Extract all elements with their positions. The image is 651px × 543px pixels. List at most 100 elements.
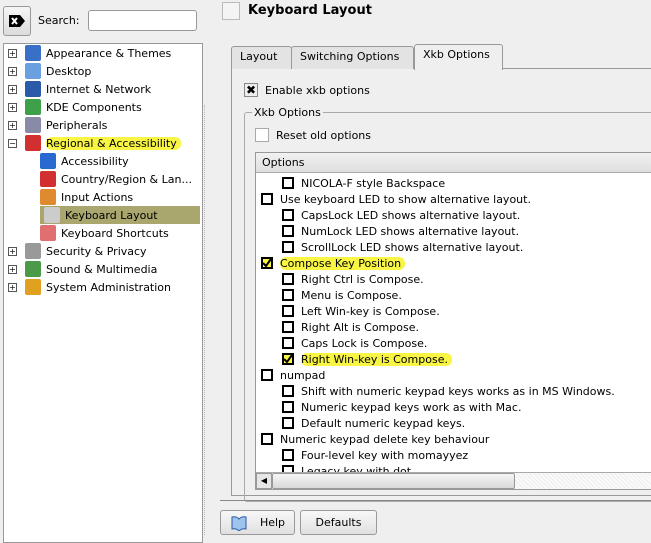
search-input[interactable]	[88, 10, 197, 31]
checkbox-unchecked-icon[interactable]	[282, 449, 294, 461]
tab-label: Switching Options	[300, 50, 400, 63]
tree-item[interactable]: + Appearance & Themes	[8, 44, 175, 62]
tree-item[interactable]: + Internet & Network	[8, 80, 155, 98]
tree-item[interactable]: Keyboard Shortcuts	[40, 224, 173, 242]
checkbox-checked-icon[interactable]	[261, 257, 273, 269]
tab-label: Layout	[240, 50, 278, 63]
tree-item[interactable]: + Desktop	[8, 62, 95, 80]
appearance-icon	[25, 45, 41, 61]
expand-icon[interactable]: +	[8, 102, 17, 112]
option-item[interactable]: ScrollLock LED shows alternative layout.	[282, 239, 527, 255]
splitter-handle[interactable]	[204, 105, 206, 535]
tree-item-label: Peripherals	[46, 118, 108, 132]
checkbox-unchecked-icon[interactable]	[282, 225, 294, 237]
expand-icon[interactable]: +	[8, 66, 17, 76]
enable-xkb-checkbox[interactable]: ✖ Enable xkb options	[244, 83, 370, 97]
expand-icon[interactable]: +	[8, 264, 17, 274]
tree-item[interactable]: Keyboard Layout	[40, 206, 200, 224]
clear-icon	[9, 15, 25, 27]
option-label: Shift with numeric keypad keys works as …	[301, 384, 615, 398]
help-button[interactable]: Help	[220, 510, 295, 535]
module-tree[interactable]: + Appearance & Themes + Desktop + Internet & …	[3, 43, 203, 543]
option-item[interactable]: numpad	[261, 367, 329, 383]
checkbox-unchecked-icon[interactable]	[282, 401, 294, 413]
option-label: Compose Key Position	[280, 256, 406, 270]
clear-search-button[interactable]	[3, 6, 31, 36]
tree-item[interactable]: − Regional & Accessibility	[8, 134, 181, 152]
checkbox-unchecked-icon[interactable]	[282, 321, 294, 333]
globe-icon	[25, 81, 41, 97]
search-label: Search:	[38, 14, 80, 27]
scrollbar-thumb[interactable]	[272, 473, 515, 489]
option-item[interactable]: Use keyboard LED to show alternative lay…	[261, 191, 535, 207]
option-item[interactable]: Compose Key Position	[261, 255, 406, 271]
checkbox-unchecked-icon[interactable]	[261, 433, 273, 445]
option-item[interactable]: Right Alt is Compose.	[282, 319, 423, 335]
scroll-left-arrow-icon[interactable]: ◀	[256, 473, 272, 489]
checkbox-unchecked-icon[interactable]	[282, 209, 294, 221]
tree-item-label: Keyboard Layout	[65, 208, 158, 222]
option-item[interactable]: CapsLock LED shows alternative layout.	[282, 207, 524, 223]
checkbox-unchecked-icon[interactable]	[282, 417, 294, 429]
tree-item[interactable]: Input Actions	[40, 188, 137, 206]
speaker-icon	[25, 261, 41, 277]
option-item[interactable]: Shift with numeric keypad keys works as …	[282, 383, 619, 399]
keyboard-icon	[40, 189, 56, 205]
option-item[interactable]: NICOLA-F style Backspace	[282, 175, 449, 191]
reset-old-options-checkbox[interactable]: Reset old options	[255, 128, 371, 142]
checkbox-unchecked-icon[interactable]	[282, 337, 294, 349]
option-item[interactable]: NumLock LED shows alternative layout.	[282, 223, 523, 239]
help-book-icon	[231, 515, 247, 531]
checkbox-unchecked-icon[interactable]	[261, 193, 273, 205]
options-list[interactable]: Options NICOLA-F style Backspace Use keyb…	[255, 152, 651, 490]
divider	[220, 500, 651, 501]
tree-item-label: Security & Privacy	[46, 244, 147, 258]
tree-item[interactable]: + System Administration	[8, 278, 175, 296]
horizontal-scrollbar[interactable]: ◀	[256, 472, 651, 489]
tree-item[interactable]: Accessibility	[40, 152, 133, 170]
tree-item[interactable]: + Peripherals	[8, 116, 111, 134]
tree-item[interactable]: + Sound & Multimedia	[8, 260, 161, 278]
expand-icon[interactable]: +	[8, 246, 17, 256]
expand-icon[interactable]: +	[8, 48, 17, 58]
option-label: Right Alt is Compose.	[301, 320, 419, 334]
checkbox-unchecked-icon[interactable]	[282, 273, 294, 285]
options-column-header[interactable]: Options	[256, 153, 651, 173]
enable-xkb-label: Enable xkb options	[265, 83, 370, 97]
expand-icon[interactable]: +	[8, 120, 17, 130]
tab-layout[interactable]: Layout	[231, 46, 292, 69]
tree-item-label: Input Actions	[61, 190, 134, 204]
option-item[interactable]: Caps Lock is Compose.	[282, 335, 431, 351]
option-item[interactable]: Right Ctrl is Compose.	[282, 271, 428, 287]
option-item[interactable]: Default numeric keypad keys.	[282, 415, 469, 431]
checkbox-unchecked-icon[interactable]	[282, 289, 294, 301]
option-item[interactable]: Menu is Compose.	[282, 287, 406, 303]
tree-item-label: KDE Components	[46, 100, 142, 114]
option-label: numpad	[280, 368, 326, 382]
collapse-icon[interactable]: −	[8, 138, 17, 148]
help-label: Help	[259, 516, 286, 529]
tree-item[interactable]: + Security & Privacy	[8, 242, 151, 260]
checkbox-unchecked-icon[interactable]	[282, 241, 294, 253]
checkbox-unchecked-icon[interactable]	[282, 385, 294, 397]
tree-item[interactable]: + KDE Components	[8, 98, 146, 116]
tree-item-label: Accessibility	[61, 154, 129, 168]
tree-item-label: Desktop	[46, 64, 92, 78]
defaults-button[interactable]: Defaults	[300, 510, 377, 535]
option-item[interactable]: Numeric keypad delete key behaviour	[261, 431, 493, 447]
tree-item[interactable]: Country/Region & Lan...	[40, 170, 196, 188]
checkbox-unchecked-icon[interactable]	[282, 177, 294, 189]
tree-item-label: System Administration	[46, 280, 172, 294]
expand-icon[interactable]: +	[8, 84, 17, 94]
option-item[interactable]: Left Win-key is Compose.	[282, 303, 444, 319]
tab-switching-options[interactable]: Switching Options	[291, 46, 414, 69]
checkbox-unchecked-icon[interactable]	[282, 305, 294, 317]
tab-xkb-options[interactable]: Xkb Options	[414, 44, 503, 70]
option-item[interactable]: Right Win-key is Compose.	[282, 351, 452, 367]
option-item[interactable]: Four-level key with momayyez	[282, 447, 472, 463]
checkbox-checked-icon[interactable]	[282, 353, 294, 365]
checkbox-unchecked-icon[interactable]	[261, 369, 273, 381]
option-item[interactable]: Numeric keypad keys work as with Mac.	[282, 399, 525, 415]
tree-item-label: Keyboard Shortcuts	[61, 226, 169, 240]
expand-icon[interactable]: +	[8, 282, 17, 292]
